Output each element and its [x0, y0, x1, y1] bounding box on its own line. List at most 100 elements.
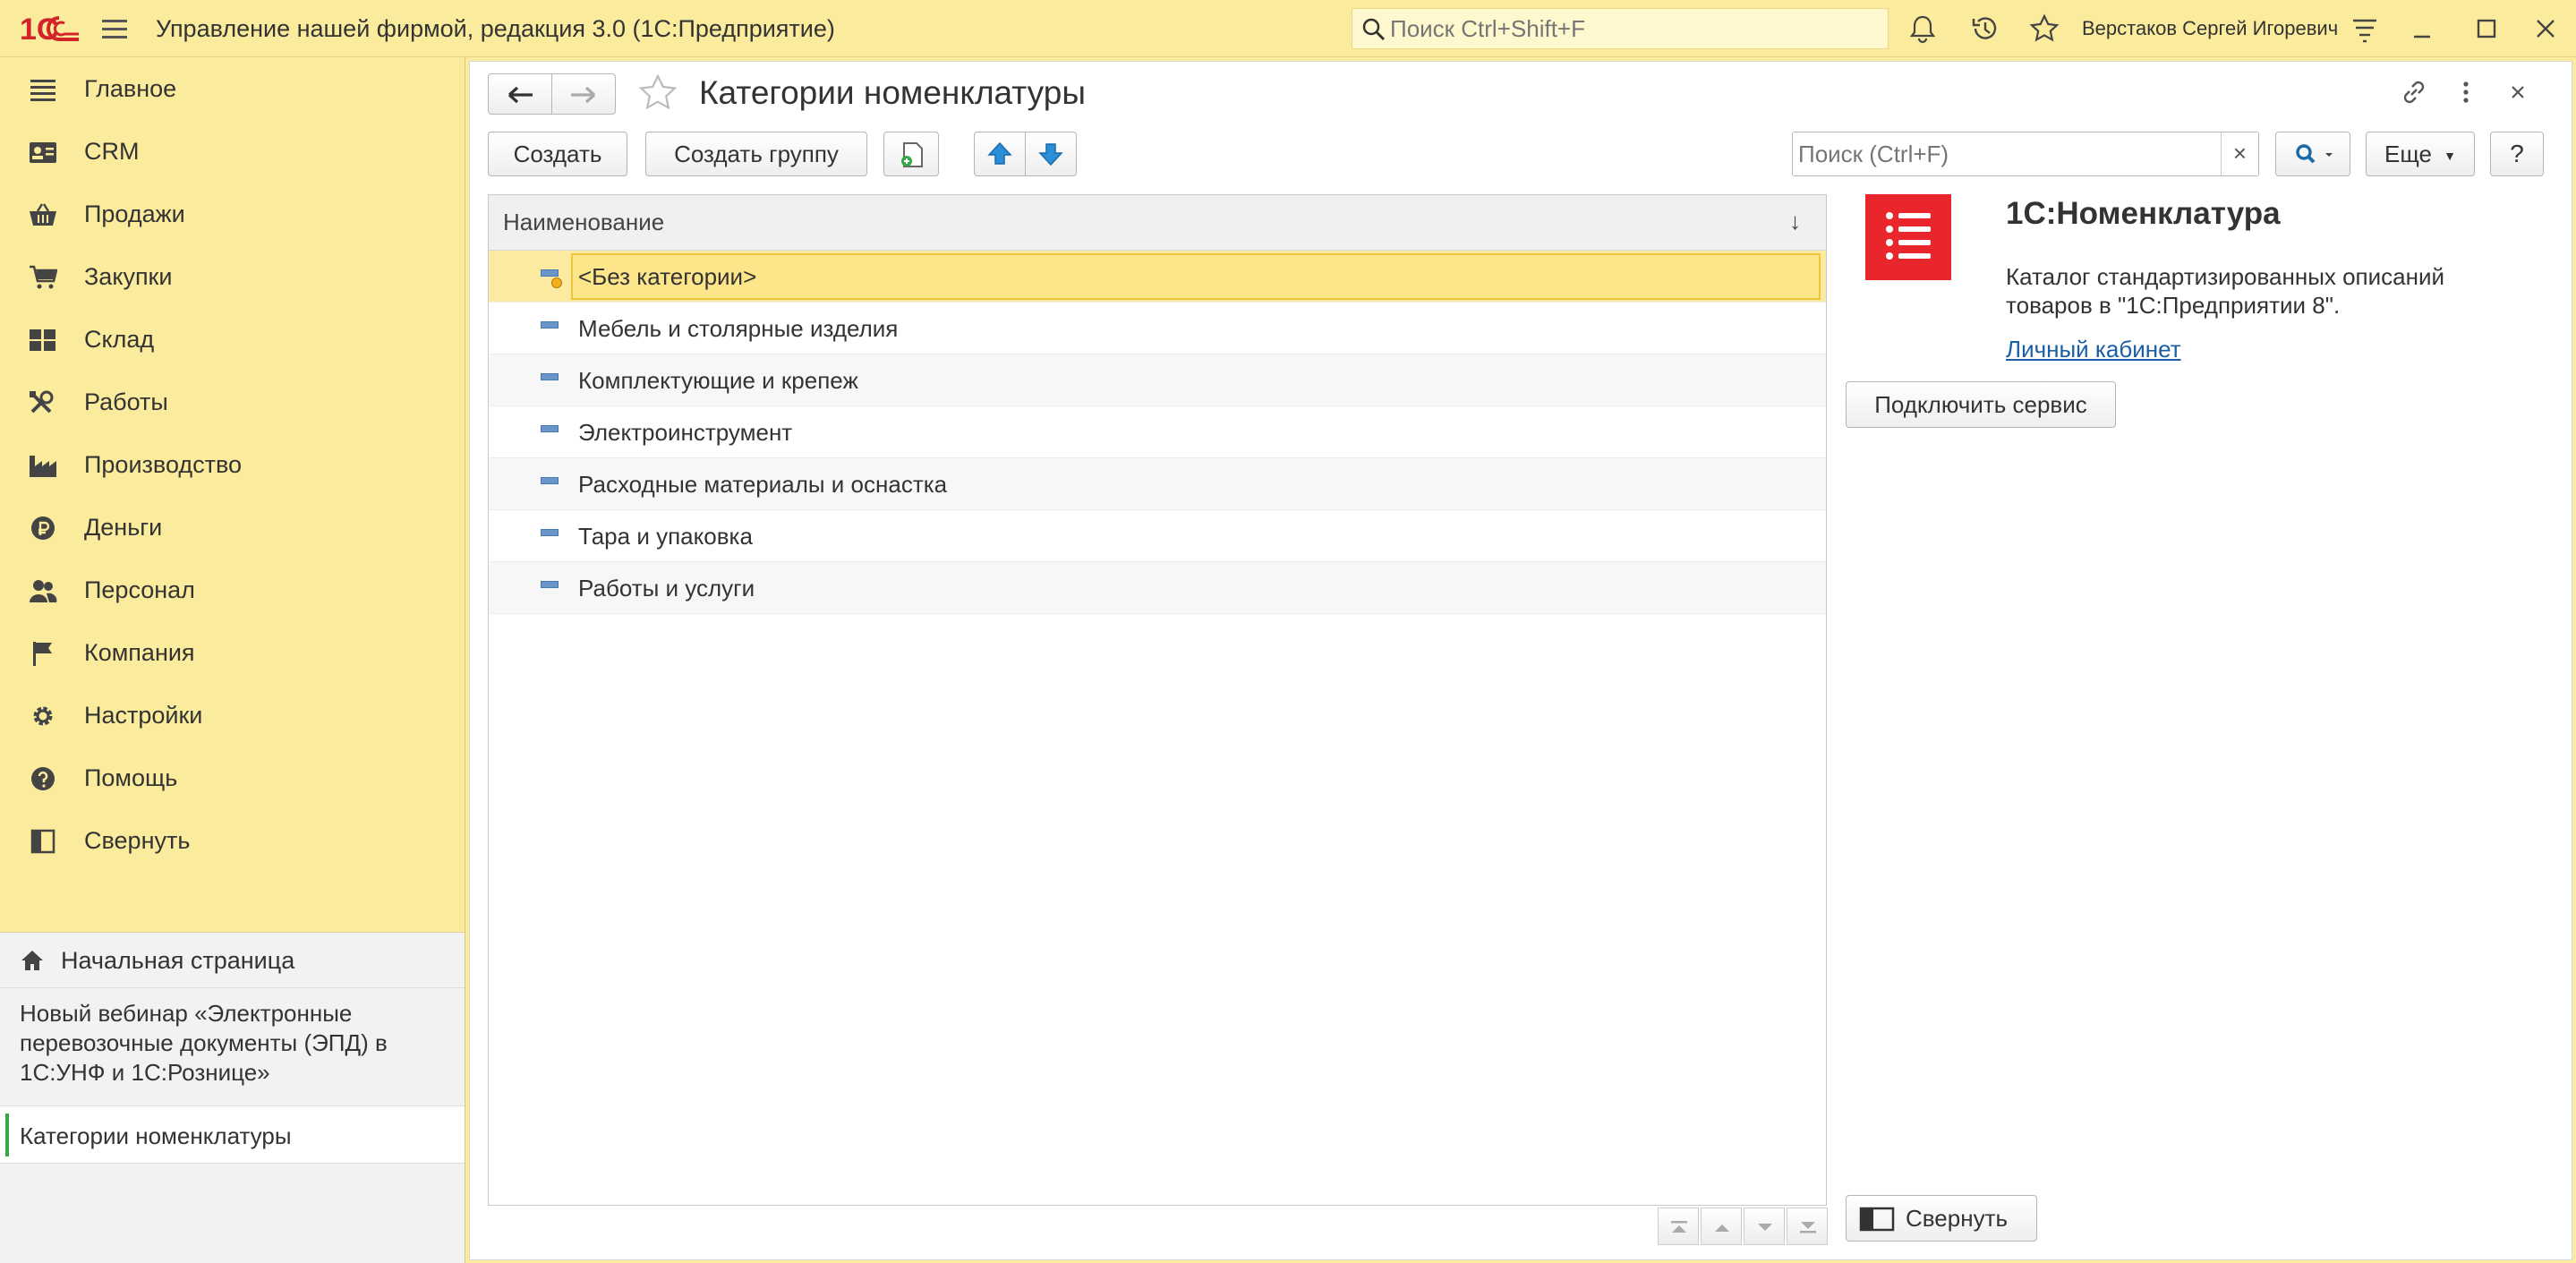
table-row[interactable]: <Без категории>	[489, 251, 1826, 303]
find-button[interactable]	[2275, 132, 2350, 176]
arrow-right-icon	[571, 86, 596, 104]
main-menu-icon[interactable]	[98, 13, 131, 45]
global-search-input[interactable]	[1390, 14, 1873, 43]
title-bar: 1С Управление нашей фирмой, редакция 3.0…	[0, 0, 2576, 57]
service-description: Каталог стандартизированных описаний тов…	[2006, 263, 2445, 319]
sidebar-item-label: Свернуть	[84, 827, 191, 854]
minimize-icon[interactable]	[2406, 13, 2438, 45]
scroll-top-icon	[1671, 1221, 1687, 1233]
history-icon[interactable]	[1969, 13, 2001, 45]
arrow-up-icon	[987, 141, 1012, 165]
help-button[interactable]: ?	[2490, 132, 2544, 176]
row-label: Комплектующие и крепеж	[578, 367, 858, 394]
help-icon	[31, 767, 55, 790]
table-row[interactable]: Расходные материалы и оснастка	[489, 458, 1826, 510]
scroll-down-icon	[1758, 1224, 1772, 1231]
contact-card-icon	[30, 142, 56, 163]
collapse-panel-icon	[1859, 1207, 1895, 1232]
open-windows-panel: Начальная страница Новый вебинар «Электр…	[0, 932, 465, 1263]
selected-cell	[571, 253, 1821, 300]
home-page-link[interactable]: Начальная страница	[0, 933, 465, 988]
scroll-first-button[interactable]	[1658, 1208, 1699, 1245]
maximize-icon[interactable]	[2470, 13, 2503, 45]
move-down-button[interactable]	[1025, 132, 1077, 176]
flag-icon	[33, 642, 52, 666]
user-name[interactable]: Верстаков Сергей Игоревич	[2082, 17, 2338, 40]
favorite-star-icon[interactable]	[636, 73, 679, 115]
sections-panel: Главное CRM Продажи Закупки Склад Работы…	[0, 57, 465, 1263]
sidebar-item-label: Закупки	[84, 263, 173, 290]
row-label: Мебель и столярные изделия	[578, 315, 899, 342]
more-menu-button[interactable]: Еще ▼	[2366, 132, 2475, 176]
arrow-down-icon	[1038, 143, 1063, 166]
more-menu-label: Еще	[2384, 141, 2432, 167]
home-icon	[21, 951, 43, 970]
more-actions-icon[interactable]	[2457, 76, 2475, 108]
chevron-down-icon: ▼	[2444, 149, 2456, 164]
personal-account-link[interactable]: Личный кабинет	[2006, 336, 2181, 363]
sidebar-item-label: Настройки	[84, 702, 203, 729]
collapse-panel-icon	[30, 829, 55, 854]
sidebar-item-label: Работы	[84, 388, 168, 415]
sidebar-item-crm[interactable]: CRM	[0, 125, 464, 179]
gear-icon	[33, 706, 53, 726]
favorites-star-icon[interactable]	[2028, 13, 2060, 45]
sidebar-item-production[interactable]: Производство	[0, 439, 464, 492]
clear-search-button[interactable]: ×	[2221, 132, 2258, 175]
sidebar-item-collapse[interactable]: Свернуть	[0, 815, 464, 868]
back-button[interactable]	[488, 73, 552, 115]
collapse-panel-label: Свернуть	[1906, 1205, 2009, 1232]
connect-service-button[interactable]: Подключить сервис	[1846, 381, 2116, 428]
create-button[interactable]: Создать	[488, 132, 627, 176]
form-window: Категории номенклатуры Создать Создать г…	[469, 61, 2572, 1260]
table-row[interactable]: Комплектующие и крепеж	[489, 354, 1826, 406]
category-item-icon	[541, 321, 559, 329]
sidebar-item-money[interactable]: Деньги	[0, 501, 464, 555]
close-icon[interactable]	[2502, 76, 2534, 108]
category-item-icon	[541, 373, 559, 380]
settings-menu-icon[interactable]	[2349, 13, 2381, 45]
scroll-last-button[interactable]	[1787, 1208, 1828, 1245]
forward-button[interactable]	[551, 73, 616, 115]
list-search[interactable]: ×	[1792, 132, 2259, 176]
sidebar-item-main[interactable]: Главное	[0, 63, 464, 116]
sidebar-item-settings[interactable]: Настройки	[0, 689, 464, 743]
table-row[interactable]: Электроинструмент	[489, 406, 1826, 458]
collapse-panel-button[interactable]: Свернуть	[1846, 1195, 2037, 1242]
move-up-button[interactable]	[974, 132, 1026, 176]
1c-logo: 1С	[20, 13, 79, 47]
factory-icon	[30, 456, 56, 477]
nomenclature-logo	[1865, 194, 1951, 280]
sidebar-item-warehouse[interactable]: Склад	[0, 313, 464, 367]
bell-icon[interactable]	[1906, 13, 1939, 45]
people-icon	[30, 580, 57, 602]
category-item-icon	[541, 581, 559, 588]
sidebar-item-sales[interactable]: Продажи	[0, 188, 464, 242]
sidebar-item-label: Персонал	[84, 576, 195, 603]
sidebar-item-purchases[interactable]: Закупки	[0, 251, 464, 304]
categories-table: Наименование ↓ <Без категории> Мебель и …	[488, 194, 1827, 1206]
webinar-news-link[interactable]: Новый вебинар «Электронные перевозочные …	[0, 988, 465, 1106]
copy-button[interactable]	[883, 132, 939, 176]
global-search[interactable]	[1352, 8, 1889, 49]
sidebar-item-personnel[interactable]: Персонал	[0, 564, 464, 618]
column-header-name[interactable]: Наименование	[503, 209, 664, 236]
table-row[interactable]: Работы и услуги	[489, 562, 1826, 614]
open-window-tab[interactable]: Категории номенклатуры	[0, 1106, 465, 1164]
scroll-down-button[interactable]	[1744, 1208, 1785, 1245]
link-icon[interactable]	[2398, 76, 2430, 108]
category-item-icon	[541, 529, 559, 536]
scroll-up-icon	[1715, 1225, 1729, 1232]
scroll-up-button[interactable]	[1701, 1208, 1742, 1245]
list-search-input[interactable]	[1798, 140, 2210, 168]
active-window-marker	[5, 1114, 9, 1156]
close-window-icon[interactable]	[2529, 13, 2562, 45]
sidebar-item-works[interactable]: Работы	[0, 376, 464, 430]
sidebar-item-company[interactable]: Компания	[0, 627, 464, 680]
sidebar-item-help[interactable]: Помощь	[0, 752, 464, 806]
sidebar-item-label: Склад	[84, 326, 155, 353]
default-marker-icon	[551, 277, 562, 288]
table-row[interactable]: Тара и упаковка	[489, 510, 1826, 562]
create-group-button[interactable]: Создать группу	[645, 132, 867, 176]
table-row[interactable]: Мебель и столярные изделия	[489, 303, 1826, 354]
